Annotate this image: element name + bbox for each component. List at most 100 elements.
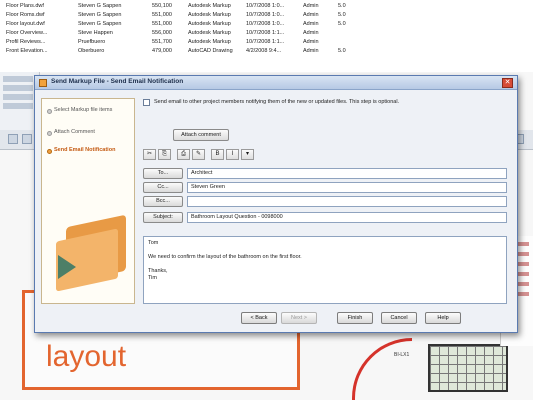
file-list-cell: Floor Overview...: [6, 30, 48, 36]
file-list-cell: Floor Roms.dwf: [6, 12, 45, 18]
wizard-steps-panel: Select Markup file items Attach Comment …: [41, 98, 135, 304]
file-list-cell: Profil Reviews...: [6, 39, 46, 45]
file-list-cell: 551,000: [152, 21, 172, 27]
file-list-cell: 556,000: [152, 30, 172, 36]
bcc-field[interactable]: [187, 196, 507, 207]
email-form: Send email to other project members noti…: [141, 96, 511, 306]
file-list-row[interactable]: Front Elevation... Oberbuero 479,000 AutoCA…: [0, 47, 533, 55]
file-list-row[interactable]: Profil Reviews... Pruefbuero 551,700 Autode…: [0, 38, 533, 46]
file-list-cell: Admin: [303, 48, 319, 54]
pencil-icon[interactable]: ✎: [192, 149, 205, 160]
to-row: To... Architect: [143, 168, 509, 179]
close-button[interactable]: ✕: [502, 78, 513, 88]
subject-label: Subject:: [143, 212, 183, 223]
file-list-cell: Admin: [303, 30, 319, 36]
send-markup-dialog: Send Markup File - Send Email Notificati…: [34, 75, 518, 333]
file-list-cell: Steven G Sappen: [78, 3, 122, 9]
file-list-row[interactable]: Floor Overview... Steve Happen 556,000 Auto…: [0, 29, 533, 37]
toolbar-icon[interactable]: [8, 134, 18, 144]
file-list-cell: Autodesk Markup: [188, 3, 231, 9]
bcc-button[interactable]: Bcc...: [143, 196, 183, 207]
back-button[interactable]: < Back: [241, 312, 277, 324]
background-file-list: Floor Plans.dwf Steven G Sappen 550,100 Aut…: [0, 0, 533, 72]
step-bullet-icon: [47, 109, 52, 114]
drawing-grid-detail: [428, 344, 508, 392]
attach-comment-button[interactable]: Attach comment: [173, 129, 229, 141]
step-select-markup: Select Markup file items: [54, 107, 113, 113]
file-list-cell: 4/2/2008 9:4...: [246, 48, 282, 54]
file-list-row[interactable]: Floor Roms.dwf Steven G Sappen 551,000 Auto…: [0, 11, 533, 19]
subject-row: Subject: Bathroom Layout Question - 0098…: [143, 212, 509, 223]
cancel-button[interactable]: Cancel: [381, 312, 417, 324]
markup-text-layout: layout: [46, 340, 127, 373]
tree-item[interactable]: [3, 94, 33, 100]
bold-button[interactable]: B: [211, 149, 224, 160]
arrow-icon: [58, 255, 76, 279]
file-list-cell: 479,000: [152, 48, 172, 54]
file-list-cell: Autodesk Markup: [188, 12, 231, 18]
help-button[interactable]: Help: [425, 312, 461, 324]
cc-row: Cc... Steven Green: [143, 182, 509, 193]
bcc-row: Bcc...: [143, 196, 509, 207]
tree-item[interactable]: [3, 85, 33, 91]
file-list-row[interactable]: Floor Plans.dwf Steven G Sappen 550,100 Aut…: [0, 2, 533, 10]
wizard-button-row: < Back Next > Finish Cancel Help: [35, 312, 517, 326]
cc-field[interactable]: Steven Green: [187, 182, 507, 193]
file-list-cell: Pruefbuero: [78, 39, 106, 45]
file-list-cell: Steven G Sappen: [78, 12, 122, 18]
dialog-title: Send Markup File - Send Email Notificati…: [51, 78, 184, 85]
file-list-cell: 551,000: [152, 12, 172, 18]
file-list-cell: 5.0: [338, 48, 346, 54]
chevron-down-icon[interactable]: ▾: [241, 149, 254, 160]
format-toolbar: ✂ ⎘ ⎙ ✎ B I ▾: [143, 149, 303, 161]
file-list-cell: Admin: [303, 3, 319, 9]
cut-icon[interactable]: ✂: [143, 149, 156, 160]
file-list-cell: Oberbuero: [78, 48, 105, 54]
file-list-cell: 5.0: [338, 21, 346, 27]
file-list-cell: Autodesk Markup: [188, 39, 231, 45]
file-list-cell: 10/7/2008 1:0...: [246, 3, 285, 9]
step-send-email: Send Email Notification: [54, 147, 116, 153]
file-list-cell: Front Elevation...: [6, 48, 48, 54]
app-icon: [39, 79, 47, 87]
step-bullet-icon: [47, 131, 52, 136]
tree-item[interactable]: [3, 76, 33, 82]
paste-icon[interactable]: ⎙: [177, 149, 190, 160]
file-list-cell: 10/7/2008 1:1...: [246, 30, 285, 36]
file-list-cell: 551,700: [152, 39, 172, 45]
file-list-cell: Floor Plans.dwf: [6, 3, 44, 9]
finish-button[interactable]: Finish: [337, 312, 373, 324]
file-list-cell: Steven G Sappen: [78, 21, 122, 27]
cc-button[interactable]: Cc...: [143, 182, 183, 193]
to-field[interactable]: Architect: [187, 168, 507, 179]
file-list-cell: Admin: [303, 39, 319, 45]
send-email-label: Send email to other project members noti…: [154, 99, 400, 105]
toolbar-icon[interactable]: [22, 134, 32, 144]
message-body-field[interactable]: Tom We need to confirm the layout of the…: [143, 236, 507, 304]
file-list-cell: Steve Happen: [78, 30, 113, 36]
drawing-label: BI-LX1: [394, 352, 410, 358]
to-button[interactable]: To...: [143, 168, 183, 179]
file-list-cell: Autodesk Markup: [188, 30, 231, 36]
file-list-cell: 10/7/2008 1:1...: [246, 39, 285, 45]
file-list-cell: 5.0: [338, 12, 346, 18]
subject-field[interactable]: Bathroom Layout Question - 0098000: [187, 212, 507, 223]
file-list-cell: Floor layout.dwf: [6, 21, 45, 27]
file-list-cell: 5.0: [338, 3, 346, 9]
italic-button[interactable]: I: [226, 149, 239, 160]
file-list-cell: 550,100: [152, 3, 172, 9]
next-button[interactable]: Next >: [281, 312, 317, 324]
tree-item[interactable]: [3, 103, 33, 109]
file-list-cell: Admin: [303, 12, 319, 18]
folder-illustration: [52, 214, 128, 292]
dialog-titlebar[interactable]: Send Markup File - Send Email Notificati…: [35, 76, 517, 90]
send-email-checkbox[interactable]: [143, 99, 150, 106]
file-list-cell: Autodesk Markup: [188, 21, 231, 27]
step-bullet-icon: [47, 149, 52, 154]
file-list-cell: 10/7/2008 1:0...: [246, 12, 285, 18]
copy-icon[interactable]: ⎘: [158, 149, 171, 160]
file-list-row[interactable]: Floor layout.dwf Steven G Sappen 551,000 Au…: [0, 20, 533, 28]
send-email-option[interactable]: Send email to other project members noti…: [143, 98, 509, 108]
step-attach-comment: Attach Comment: [54, 129, 95, 135]
file-list-cell: 10/7/2008 1:0...: [246, 21, 285, 27]
